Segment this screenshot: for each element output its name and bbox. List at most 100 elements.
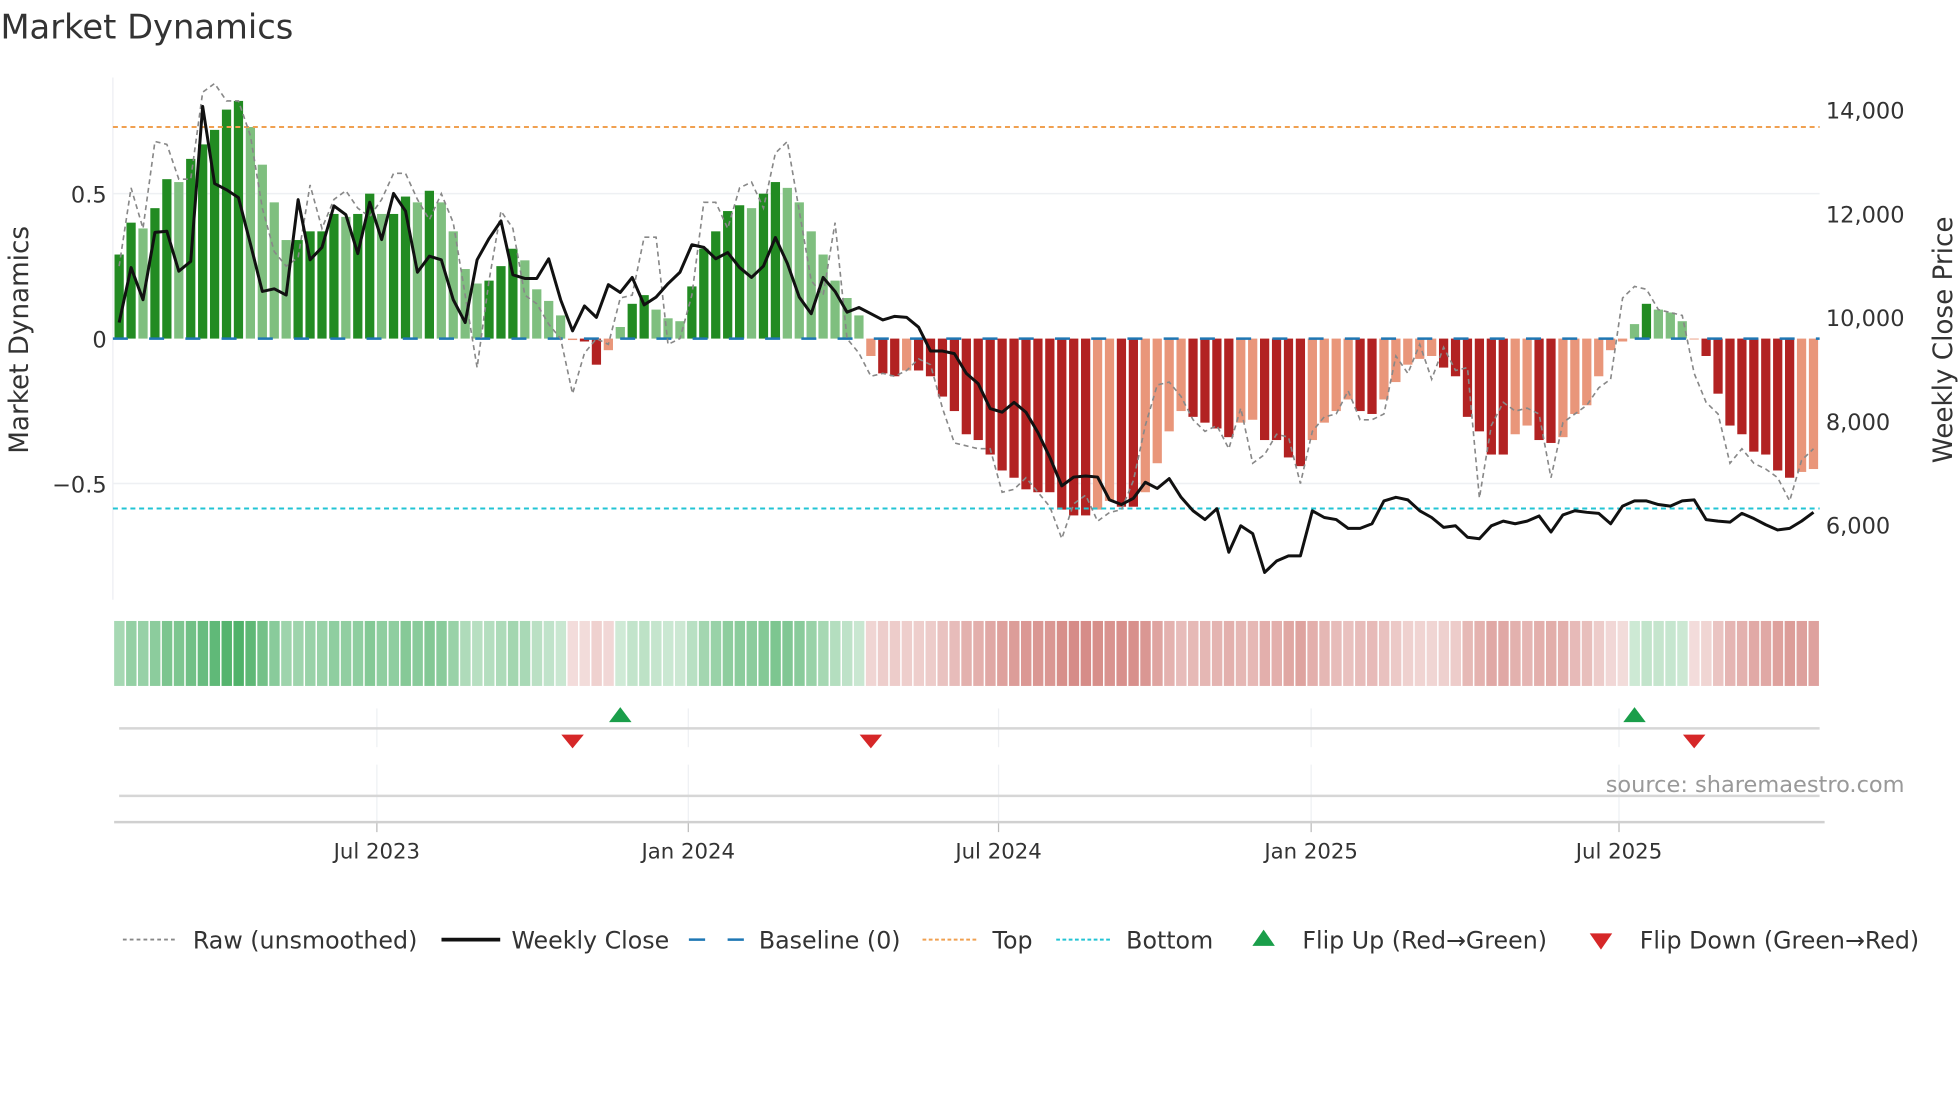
heatmap-cell	[985, 620, 996, 686]
heatmap-cell	[293, 620, 304, 686]
x-tick-label: Jul 2023	[332, 839, 420, 864]
heatmap-cell	[567, 620, 578, 686]
heatmap-cell	[507, 620, 519, 686]
bar	[985, 338, 995, 455]
heatmap-cell	[1498, 620, 1509, 686]
heatmap-cell	[830, 620, 841, 686]
bar	[1749, 338, 1759, 452]
heatmap-cell	[1486, 620, 1497, 686]
heatmap-cell	[245, 620, 256, 686]
flip-up-marker	[609, 707, 632, 723]
heatmap-cell	[901, 620, 913, 686]
bar	[162, 179, 172, 339]
bar	[532, 289, 542, 339]
bar	[723, 211, 733, 339]
bar	[1295, 338, 1306, 467]
heatmap-cell	[1211, 620, 1223, 686]
heatmap-cell	[746, 620, 757, 686]
bar	[221, 109, 232, 339]
bar	[1522, 338, 1532, 426]
flip-down-marker	[859, 734, 883, 749]
heatmap-cell	[1510, 620, 1521, 686]
bar	[794, 202, 804, 339]
legend-label: Flip Up (Red→Green)	[1302, 926, 1547, 954]
bar	[1152, 338, 1162, 464]
heatmap-cell	[1307, 620, 1318, 686]
bar	[1403, 338, 1413, 365]
heatmap-cell	[1808, 620, 1819, 686]
heatmap-cell	[1534, 620, 1545, 686]
legend-label: Bottom	[1126, 926, 1213, 954]
bar	[1737, 338, 1747, 435]
heatmap-cell	[1569, 620, 1581, 686]
bar	[1594, 338, 1604, 377]
heatmap-cell	[1748, 620, 1760, 686]
heatmap-cell	[495, 620, 507, 686]
heatmap-cell	[949, 620, 960, 686]
heatmap-cell	[639, 620, 650, 686]
heatmap-cell	[1390, 620, 1402, 686]
bar	[556, 315, 566, 339]
legend-flip-up-icon	[1252, 929, 1275, 946]
market-dynamics-chart: Market Dynamics Market Dynamics Weekly C…	[0, 8, 1959, 955]
legend-flip-down-icon	[1589, 933, 1613, 950]
heatmap-cell	[710, 620, 722, 686]
bar	[1570, 338, 1580, 414]
heatmap-cell	[400, 620, 411, 686]
heatmap-cell	[484, 620, 495, 686]
bar	[651, 309, 661, 339]
heatmap-cell	[1713, 620, 1724, 686]
x-tick-label: Jul 2025	[1574, 839, 1662, 864]
heatmap-cell	[185, 620, 197, 686]
bar	[818, 254, 828, 339]
bar	[1176, 338, 1186, 412]
heatmap-cell	[1772, 620, 1784, 686]
heatmap-cell	[149, 620, 161, 686]
heatmap-cell	[853, 620, 865, 686]
heatmap-cell	[794, 620, 805, 686]
bar	[1486, 338, 1496, 455]
heatmap-cell	[1593, 620, 1605, 686]
bar	[233, 100, 244, 339]
bar	[1164, 338, 1174, 432]
heatmap-cell	[818, 620, 829, 686]
y2-tick-label: 6,000	[1826, 514, 1890, 540]
chart-title: Market Dynamics	[0, 8, 293, 47]
heatmap-cell	[1199, 620, 1211, 686]
bar	[902, 338, 912, 371]
bar	[1606, 338, 1616, 351]
heatmap-cell	[722, 620, 734, 686]
source-annotation: source: sharemaestro.com	[1606, 772, 1905, 798]
heatmap-cell	[1164, 620, 1175, 686]
bar	[269, 202, 279, 339]
heatmap-cell	[663, 620, 674, 686]
heatmap-cell	[1188, 620, 1199, 686]
legend-label: Flip Down (Green→Red)	[1640, 926, 1919, 954]
bar	[699, 248, 709, 339]
heatmap-cell	[1223, 620, 1235, 686]
heatmap-cell	[1080, 620, 1092, 686]
bar	[1641, 303, 1652, 339]
bar	[770, 182, 781, 339]
bar	[854, 315, 864, 339]
heatmap-cell	[460, 620, 471, 686]
heatmap-cell	[1104, 620, 1115, 686]
heatmap-cell	[114, 620, 125, 686]
bar	[114, 254, 124, 339]
bar	[1510, 338, 1520, 435]
bars	[114, 100, 1819, 516]
legend-label: Raw (unsmoothed)	[193, 926, 417, 954]
heatmap-cell	[1653, 620, 1664, 686]
heatmap-cell	[1319, 620, 1330, 686]
bar	[937, 338, 948, 397]
heatmap-cell	[1701, 620, 1712, 686]
x-tick-label: Jul 2024	[953, 839, 1041, 864]
bar	[890, 338, 900, 377]
bar	[1677, 321, 1687, 339]
heatmap-cell	[436, 620, 447, 686]
heatmap-cell	[1116, 620, 1127, 686]
bar	[472, 283, 482, 339]
heatmap-cell	[1402, 620, 1414, 686]
heatmap-cell	[782, 620, 793, 686]
heatmap-cell	[1032, 620, 1044, 686]
